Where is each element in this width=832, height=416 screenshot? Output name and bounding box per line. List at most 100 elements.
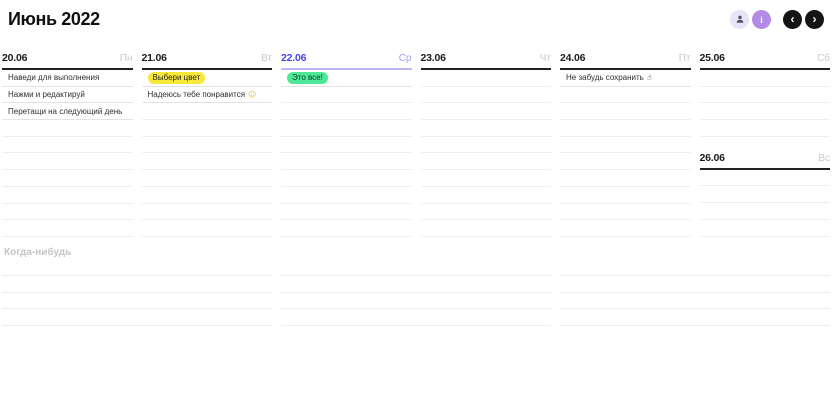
empty-task-slot[interactable] bbox=[560, 137, 691, 154]
empty-task-slot[interactable] bbox=[2, 293, 272, 310]
empty-task-slot[interactable] bbox=[560, 204, 691, 221]
empty-task-slot[interactable] bbox=[420, 137, 551, 154]
empty-task-slot[interactable] bbox=[281, 276, 551, 293]
empty-task-slot[interactable] bbox=[699, 87, 830, 104]
empty-task-slot[interactable] bbox=[420, 153, 551, 171]
empty-task-slot[interactable] bbox=[281, 137, 412, 154]
empty-task-slot[interactable] bbox=[141, 170, 272, 187]
empty-task-slot[interactable] bbox=[560, 87, 691, 104]
empty-task-slot[interactable] bbox=[141, 153, 272, 171]
empty-task-slot[interactable] bbox=[699, 103, 830, 121]
day-date: 26.06 bbox=[699, 151, 725, 164]
empty-task-slot[interactable] bbox=[560, 103, 691, 121]
empty-task-slot[interactable] bbox=[141, 187, 272, 204]
someday-section: Когда-нибудь bbox=[0, 247, 832, 326]
task-text-highlighted: Это все! bbox=[287, 71, 328, 84]
day-header: 21.06 Вт bbox=[141, 48, 272, 70]
empty-task-slot[interactable] bbox=[2, 260, 272, 277]
empty-task-slot[interactable] bbox=[699, 186, 830, 204]
task-item[interactable]: Не забудь сохранить ☝ bbox=[560, 70, 691, 87]
calendar-app: Июнь 2022 i ‹ › 20.06 Пн Наведи для выпо… bbox=[0, 0, 832, 416]
empty-task-slot[interactable] bbox=[2, 187, 133, 204]
empty-task-slot[interactable] bbox=[281, 103, 412, 121]
empty-task-slot[interactable] bbox=[281, 260, 551, 277]
empty-task-slot[interactable] bbox=[2, 220, 133, 237]
empty-task-slot[interactable] bbox=[560, 220, 691, 237]
task-item[interactable]: Это все! bbox=[281, 70, 412, 87]
empty-task-slot[interactable] bbox=[2, 204, 133, 221]
empty-task-slot[interactable] bbox=[560, 153, 691, 171]
empty-task-slot[interactable] bbox=[2, 137, 133, 154]
empty-task-slot[interactable] bbox=[2, 170, 133, 187]
empty-task-slot[interactable] bbox=[420, 103, 551, 121]
day-column-wednesday: 22.06 Ср Это все! bbox=[281, 48, 412, 237]
empty-task-slot[interactable] bbox=[141, 220, 272, 237]
empty-task-slot[interactable] bbox=[560, 309, 830, 326]
empty-task-slot[interactable] bbox=[2, 309, 272, 326]
empty-task-slot[interactable] bbox=[420, 170, 551, 187]
day-weekday: Сб bbox=[817, 53, 830, 64]
empty-task-rows bbox=[560, 87, 691, 237]
empty-task-rows bbox=[281, 87, 412, 237]
empty-task-slot[interactable] bbox=[281, 170, 412, 187]
day-date: 24.06 bbox=[560, 52, 586, 64]
empty-task-slot[interactable] bbox=[560, 293, 830, 310]
empty-task-slot[interactable] bbox=[560, 120, 691, 137]
empty-task-slot[interactable] bbox=[141, 103, 272, 121]
profile-button[interactable] bbox=[730, 10, 749, 29]
empty-task-slot[interactable] bbox=[141, 120, 272, 137]
task-item[interactable]: Наведи для выполнения bbox=[2, 70, 133, 87]
empty-task-slot[interactable] bbox=[281, 309, 551, 326]
empty-task-slot[interactable] bbox=[699, 120, 830, 137]
task-item[interactable]: Нажми и редактируй bbox=[2, 87, 133, 104]
day-weekday: Ср bbox=[398, 53, 412, 64]
task-item[interactable]: Выбери цвет bbox=[141, 70, 272, 87]
empty-task-slot[interactable] bbox=[281, 293, 551, 310]
empty-task-slot[interactable] bbox=[420, 70, 551, 87]
prev-week-button[interactable]: ‹ bbox=[783, 10, 802, 29]
empty-task-slot[interactable] bbox=[2, 276, 272, 293]
chevron-left-icon: ‹ bbox=[790, 11, 795, 26]
empty-task-slot[interactable] bbox=[699, 203, 830, 220]
empty-task-slot[interactable] bbox=[281, 153, 412, 171]
empty-task-slot[interactable] bbox=[699, 170, 830, 187]
day-column-tuesday: 21.06 Вт Выбери цвет Надеюсь тебе понрав… bbox=[141, 48, 272, 237]
empty-task-slot[interactable] bbox=[420, 220, 551, 237]
empty-task-slot[interactable] bbox=[560, 276, 830, 293]
empty-task-slot[interactable] bbox=[560, 187, 691, 204]
empty-task-slot[interactable] bbox=[560, 170, 691, 187]
someday-column bbox=[281, 260, 551, 326]
empty-task-slot[interactable] bbox=[2, 120, 133, 137]
empty-task-slot[interactable] bbox=[141, 204, 272, 221]
empty-task-slot[interactable] bbox=[281, 204, 412, 221]
someday-grid bbox=[2, 260, 830, 326]
empty-task-slot[interactable] bbox=[281, 187, 412, 204]
next-week-button[interactable]: › bbox=[805, 10, 824, 29]
empty-task-slot[interactable] bbox=[420, 120, 551, 137]
task-item[interactable]: Надеюсь тебе понравится ☺ bbox=[141, 87, 272, 104]
day-header: 24.06 Пт bbox=[560, 48, 691, 70]
page-title: Июнь 2022 bbox=[8, 9, 100, 29]
empty-task-slot[interactable] bbox=[281, 87, 412, 104]
empty-task-slot[interactable] bbox=[281, 120, 412, 137]
empty-task-slot[interactable] bbox=[2, 153, 133, 171]
day-date: 21.06 bbox=[141, 52, 167, 64]
day-weekday: Пт bbox=[678, 53, 691, 64]
empty-task-rows bbox=[699, 170, 830, 237]
empty-task-slot[interactable] bbox=[699, 220, 830, 237]
empty-task-slot[interactable] bbox=[420, 204, 551, 221]
empty-task-slot[interactable] bbox=[281, 220, 412, 237]
empty-task-slot[interactable] bbox=[699, 70, 830, 87]
avatar[interactable]: i bbox=[752, 10, 771, 29]
empty-task-slot[interactable] bbox=[141, 137, 272, 154]
task-text: Нажми и редактируй bbox=[8, 90, 85, 100]
day-header: 25.06 Сб bbox=[699, 48, 830, 70]
top-bar: Июнь 2022 i ‹ › bbox=[0, 0, 832, 37]
empty-task-rows bbox=[699, 70, 830, 137]
empty-task-rows bbox=[141, 103, 272, 237]
empty-task-slot[interactable] bbox=[420, 187, 551, 204]
empty-task-slot[interactable] bbox=[560, 260, 830, 277]
empty-task-slot[interactable] bbox=[420, 87, 551, 104]
day-column-weekend: 25.06 Сб 26.06 Вс bbox=[699, 48, 830, 237]
task-item[interactable]: Перетащи на следующий день bbox=[2, 103, 133, 121]
